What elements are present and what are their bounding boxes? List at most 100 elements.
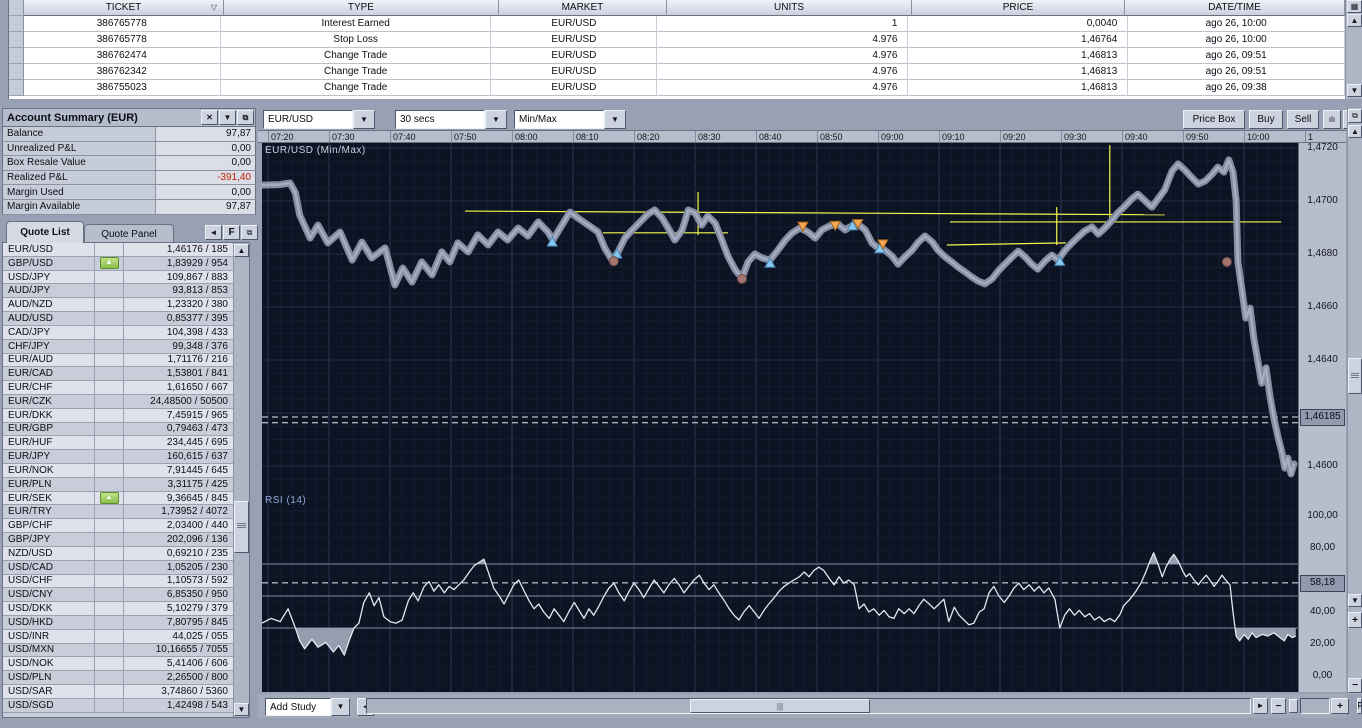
table-row[interactable]: 386765778 Stop Loss EUR/USD 4.976 1,46764 ago…	[9, 32, 1346, 48]
quote-row[interactable]: USD/JPY 109,867 / 883	[3, 270, 233, 285]
quote-trend-cell	[95, 560, 124, 574]
buy-button[interactable]: Buy	[1249, 110, 1283, 129]
column-header-market[interactable]: MARKET	[498, 0, 668, 16]
table-scroll-down-icon[interactable]: ▼	[1347, 84, 1362, 97]
column-header-price[interactable]: PRICE	[911, 0, 1125, 16]
quote-row[interactable]: EUR/NOK 7,91445 / 645	[3, 464, 233, 478]
vscroll-thumb[interactable]	[1348, 358, 1362, 394]
transactions-scrollbar[interactable]: ▦ ▲ ▼	[1345, 0, 1362, 99]
quote-row[interactable]: EUR/JPY 160,615 / 637	[3, 450, 233, 464]
quote-row[interactable]: EUR/SEK ▲ 9,36645 / 845	[3, 491, 233, 506]
chevron-down-icon[interactable]: ▼	[219, 110, 236, 125]
chart-vscrollbar[interactable]: ⧉ ▲ ▼ + −	[1347, 108, 1362, 694]
symbol-select-arrow-icon[interactable]: ▼	[353, 110, 375, 129]
quote-price: 99,348 / 376	[172, 340, 228, 352]
rsi-plot[interactable]: RSI (14)	[261, 492, 1306, 692]
quote-row[interactable]: USD/HKD 7,80795 / 845	[3, 615, 233, 630]
popout-icon[interactable]: ⧉	[1348, 109, 1362, 123]
quote-row[interactable]: USD/SAR 3,74860 / 5360	[3, 685, 233, 699]
quote-row[interactable]: USD/INR 44,025 / 055	[3, 629, 233, 644]
quote-row[interactable]: EUR/USD 1,46176 / 185	[3, 243, 233, 257]
quote-row[interactable]: EUR/CAD 1,53801 / 841	[3, 367, 233, 382]
quote-row[interactable]: GBP/USD ▲ 1,83929 / 954	[3, 256, 233, 271]
table-row[interactable]: 386765778 Interest Earned EUR/USD 1 0,0040 ag…	[9, 16, 1346, 32]
sell-button[interactable]: Sell	[1287, 110, 1319, 129]
symbol-select[interactable]: EUR/USD	[263, 110, 353, 129]
interval-select[interactable]: 30 secs	[395, 110, 485, 129]
popout-icon[interactable]: ⧉	[237, 110, 254, 125]
quote-price: 6,85350 / 950	[166, 589, 228, 601]
column-header-type[interactable]: TYPE	[224, 0, 499, 16]
price-box-button[interactable]: Price Box	[1183, 110, 1245, 129]
quote-row[interactable]: USD/CHF 1,10573 / 592	[3, 574, 233, 589]
quote-row[interactable]: EUR/GBP 0,79463 / 473	[3, 422, 233, 437]
quote-row[interactable]: EUR/TRY 1,73952 / 4072	[3, 505, 233, 520]
quote-row[interactable]: CHF/JPY 99,348 / 376	[3, 339, 233, 354]
popout-icon[interactable]: ⧉	[241, 225, 258, 240]
hscrollbar-thumb[interactable]: |||	[690, 699, 870, 713]
quote-scroll-up-icon[interactable]: ▲	[234, 244, 249, 257]
chart-style-select-arrow-icon[interactable]: ▼	[604, 110, 626, 129]
close-icon[interactable]: ✕	[201, 110, 218, 125]
quote-row[interactable]: USD/SGD 1,42498 / 543	[3, 698, 233, 713]
price-axis[interactable]: 1,4720 1,4700 1,4680 1,4660 1,4640 1,4600 1,46…	[1298, 142, 1346, 492]
hscrollbar-track-2[interactable]	[1300, 698, 1330, 714]
tab-quote-list[interactable]: Quote List	[6, 221, 84, 243]
quote-row[interactable]: GBP/CHF 2,03400 / 440	[3, 519, 233, 534]
bar-chart-icon[interactable]: ılı	[1323, 110, 1341, 129]
sort-desc-icon[interactable]: ▽	[211, 3, 217, 12]
quote-row[interactable]: USD/MXN 10,16655 / 7055	[3, 643, 233, 658]
price-tick-label: 1,4600	[1307, 460, 1338, 471]
price-tick-label: 1,4720	[1307, 142, 1338, 153]
quote-row[interactable]: GBP/JPY 202,096 / 136	[3, 533, 233, 547]
quote-row[interactable]: EUR/HUF 234,445 / 695	[3, 436, 233, 451]
quote-row[interactable]: USD/CNY 6,85350 / 950	[3, 588, 233, 603]
vzoom-in-plus-icon[interactable]: +	[1348, 612, 1362, 628]
quote-scroll-thumb[interactable]	[234, 501, 249, 553]
table-scroll-up-icon[interactable]: ▲	[1347, 14, 1362, 27]
quote-row[interactable]: USD/DKK 5,10279 / 379	[3, 602, 233, 616]
vscroll-down-icon[interactable]: ▼	[1348, 594, 1362, 607]
table-row[interactable]: 386762342 Change Trade EUR/USD 4.976 1,46813…	[9, 64, 1346, 80]
time-tick	[268, 131, 269, 142]
vzoom-out-minus-icon[interactable]: −	[1348, 678, 1362, 693]
interval-select-arrow-icon[interactable]: ▼	[485, 110, 507, 129]
quote-row[interactable]: CAD/JPY 104,398 / 433	[3, 325, 233, 340]
table-grid-icon[interactable]: ▦	[1347, 0, 1362, 13]
quote-price: 3,74860 / 5360	[161, 685, 228, 697]
vscroll-up-icon[interactable]: ▲	[1348, 125, 1362, 138]
quote-pair: USD/CNY	[3, 588, 95, 602]
price-chart-plot[interactable]: EUR/USD (Min/Max)	[258, 143, 1306, 492]
table-row[interactable]: 386755023 Change Trade EUR/USD 4.976 1,46813…	[9, 80, 1346, 96]
partial-button[interactable]: F	[1357, 698, 1362, 714]
quote-row[interactable]: EUR/PLN 3,31175 / 425	[3, 477, 233, 492]
quote-row[interactable]: USD/CAD 1,05205 / 230	[3, 560, 233, 575]
column-header-ticket[interactable]: TICKET ▽	[23, 0, 225, 16]
table-row[interactable]: 386762474 Change Trade EUR/USD 4.976 1,46813…	[9, 48, 1346, 64]
tab-quote-panel[interactable]: Quote Panel	[84, 224, 174, 243]
quote-row[interactable]: NZD/USD 0,69210 / 235	[3, 546, 233, 561]
quote-row[interactable]: USD/NOK 5,41406 / 606	[3, 657, 233, 672]
add-study-select[interactable]: Add Study	[265, 698, 331, 716]
add-study-arrow-icon[interactable]: ▼	[331, 698, 350, 716]
quote-row[interactable]: USD/PLN 2,26500 / 800	[3, 671, 233, 685]
chart-style-select[interactable]: Min/Max	[514, 110, 604, 129]
column-header-units[interactable]: UNITS	[667, 0, 912, 16]
quote-row[interactable]: EUR/DKK 7,45915 / 965	[3, 408, 233, 423]
zoom-out-minus-icon[interactable]: −	[1271, 698, 1286, 714]
quote-row[interactable]: EUR/AUD 1,71176 / 216	[3, 353, 233, 368]
quote-row[interactable]: AUD/USD 0,85377 / 395	[3, 312, 233, 326]
fit-icon[interactable]: F	[223, 225, 240, 240]
scroll-left-icon[interactable]: ◄	[205, 225, 222, 240]
quote-scroll-down-icon[interactable]: ▼	[234, 703, 249, 716]
quote-row[interactable]: EUR/CHF 1,61650 / 667	[3, 381, 233, 395]
quote-row[interactable]: EUR/CZK 24,48500 / 50500	[3, 394, 233, 409]
hscroll-right-icon[interactable]: ►	[1253, 698, 1268, 714]
rsi-axis[interactable]: 100,00 80,00 40,00 20,00 0,00 58,18	[1298, 492, 1346, 692]
column-header-date-time[interactable]: DATE/TIME	[1125, 0, 1346, 16]
split-handle[interactable]	[1289, 699, 1298, 713]
zoom-in-plus-icon[interactable]: +	[1331, 698, 1349, 714]
quote-scrollbar[interactable]: ▲ ▼	[233, 243, 249, 717]
quote-row[interactable]: AUD/JPY 93,813 / 853	[3, 284, 233, 299]
quote-row[interactable]: AUD/NZD 1,23320 / 380	[3, 298, 233, 313]
